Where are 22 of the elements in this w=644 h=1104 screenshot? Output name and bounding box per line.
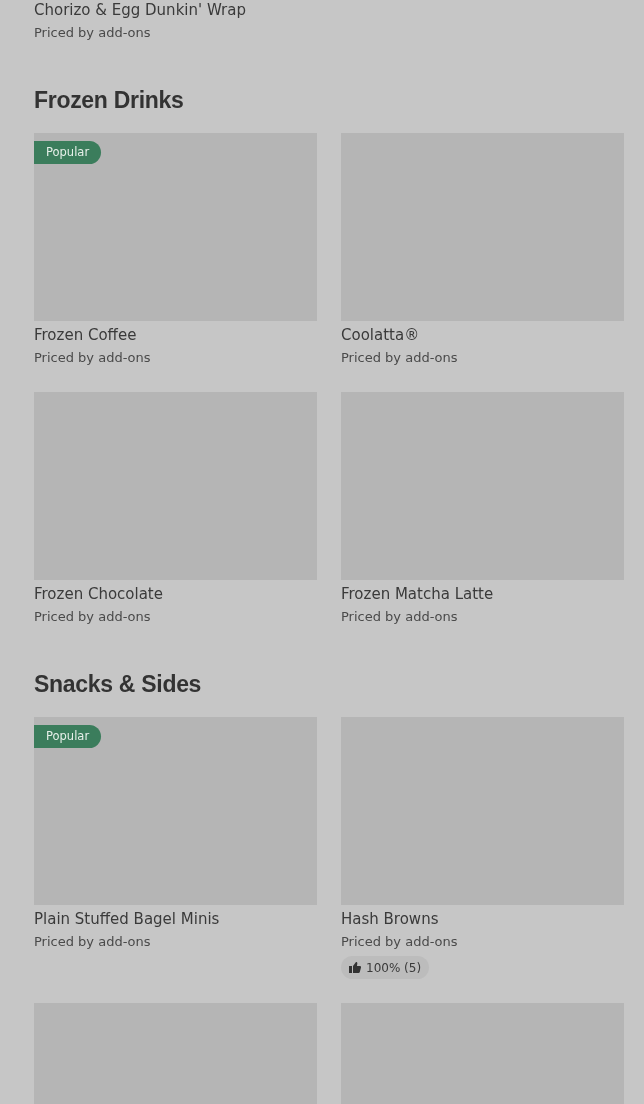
item-name[interactable]: Frozen Chocolate [34,584,163,604]
item-price: Priced by add-ons [34,24,152,42]
image-placeholder[interactable]: Popular [34,133,317,321]
popular-badge: Popular [34,141,102,164]
image-placeholder[interactable]: Popular [34,717,317,905]
section-title: Frozen Drinks [34,87,185,113]
thumbs-up-icon [349,962,361,973]
item-price: Priced by add-ons [34,349,151,367]
item-price: Priced by add-ons [34,933,151,951]
item-price: Priced by add-ons [34,608,151,626]
item-name: Chorizo & Egg Dunkin' Wrap [34,0,247,20]
item-name[interactable]: Plain Stuffed Bagel Minis [34,909,220,929]
item-price: Priced by add-ons [341,608,458,626]
item-price: Priced by add-ons [341,933,458,951]
rating-badge: 100% (5) [341,956,430,979]
item-name[interactable]: Coolatta® [341,325,420,345]
item-name[interactable]: Hash Browns [341,909,439,929]
item-name[interactable]: Frozen Coffee [34,325,137,345]
item-name[interactable]: Frozen Matcha Latte [341,584,494,604]
section-title: Snacks & Sides [34,671,203,697]
item-price: Priced by add-ons [341,349,458,367]
popular-badge: Popular [34,725,102,748]
